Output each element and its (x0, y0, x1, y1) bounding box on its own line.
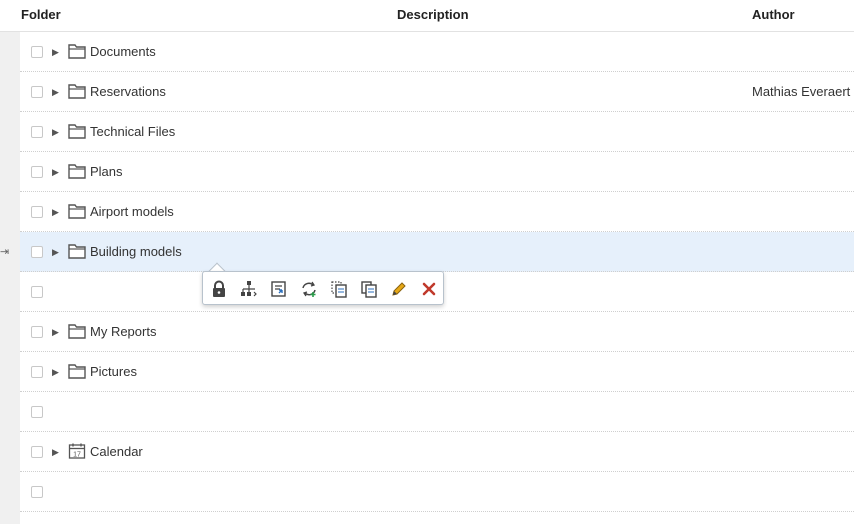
expand-arrow-icon[interactable]: ▶ (52, 445, 59, 459)
folder-name[interactable]: Building models (90, 244, 182, 259)
expand-arrow-icon[interactable]: ▶ (52, 45, 59, 59)
row-checkbox[interactable] (31, 286, 43, 298)
table-row[interactable]: ▶ My Reports (20, 312, 854, 352)
edit-pencil-icon[interactable] (389, 279, 409, 299)
folder-icon (68, 163, 86, 179)
table-row[interactable]: ▶ Airport models (20, 192, 854, 232)
table-row[interactable]: ▶ Documents (20, 32, 854, 72)
left-gutter (0, 32, 20, 524)
folder-name[interactable]: Plans (90, 164, 123, 179)
row-checkbox[interactable] (31, 446, 43, 458)
calendar-icon: 17 (68, 443, 86, 459)
folder-name[interactable]: Pictures (90, 364, 137, 379)
folder-name[interactable]: Technical Files (90, 124, 175, 139)
table-row[interactable]: ▶ Technical Files (20, 112, 854, 152)
row-action-toolbar (202, 271, 444, 305)
table-row[interactable]: ▶ Reservations Mathias Everaert (20, 72, 854, 112)
folder-name[interactable]: Documents (90, 44, 156, 59)
drag-handle-icon[interactable]: ⇥ (0, 245, 9, 258)
row-checkbox[interactable] (31, 486, 43, 498)
lock-icon[interactable] (209, 279, 229, 299)
expand-arrow-icon[interactable]: ▶ (52, 85, 59, 99)
refresh-add-icon[interactable] (299, 279, 319, 299)
folder-icon (68, 83, 86, 99)
copy-icon[interactable] (359, 279, 379, 299)
folder-name[interactable]: Calendar (90, 444, 143, 459)
row-checkbox[interactable] (31, 326, 43, 338)
folder-icon (68, 323, 86, 339)
table-row[interactable] (20, 392, 854, 432)
folder-name[interactable]: Airport models (90, 204, 174, 219)
folder-name[interactable]: Reservations (90, 84, 166, 99)
calendar-day: 17 (73, 452, 81, 459)
row-checkbox[interactable] (31, 86, 43, 98)
author-name: Mathias Everaert (752, 84, 851, 99)
row-checkbox[interactable] (31, 406, 43, 418)
copy-dotted-icon[interactable] (329, 279, 349, 299)
row-checkbox[interactable] (31, 126, 43, 138)
folder-name[interactable]: My Reports (90, 324, 156, 339)
row-checkbox[interactable] (31, 246, 43, 258)
table-header: Folder Description Author (0, 0, 854, 32)
document-link-icon[interactable] (269, 279, 289, 299)
hierarchy-icon[interactable] (239, 279, 259, 299)
table-row[interactable] (20, 472, 854, 512)
table-row[interactable]: ▶ 17 Calendar (20, 432, 854, 472)
table-row[interactable]: ▶ Building models (20, 232, 854, 272)
table-row[interactable]: ▶ Pictures (20, 352, 854, 392)
row-checkbox[interactable] (31, 366, 43, 378)
expand-arrow-icon[interactable]: ▶ (52, 325, 59, 339)
column-header-folder[interactable]: Folder (21, 7, 61, 22)
folder-icon (68, 243, 86, 259)
delete-x-icon[interactable] (419, 279, 439, 299)
folder-icon (68, 43, 86, 59)
expand-arrow-icon[interactable]: ▶ (52, 125, 59, 139)
column-header-description[interactable]: Description (397, 7, 469, 22)
expand-arrow-icon[interactable]: ▶ (52, 205, 59, 219)
folder-icon (68, 123, 86, 139)
expand-arrow-icon[interactable]: ▶ (52, 365, 59, 379)
row-checkbox[interactable] (31, 166, 43, 178)
column-header-author[interactable]: Author (752, 7, 795, 22)
folder-icon (68, 203, 86, 219)
table-row[interactable]: ▶ Plans (20, 152, 854, 192)
folder-icon (68, 363, 86, 379)
row-checkbox[interactable] (31, 206, 43, 218)
expand-arrow-icon[interactable]: ▶ (52, 165, 59, 179)
row-checkbox[interactable] (31, 46, 43, 58)
expand-arrow-icon[interactable]: ▶ (52, 245, 59, 259)
